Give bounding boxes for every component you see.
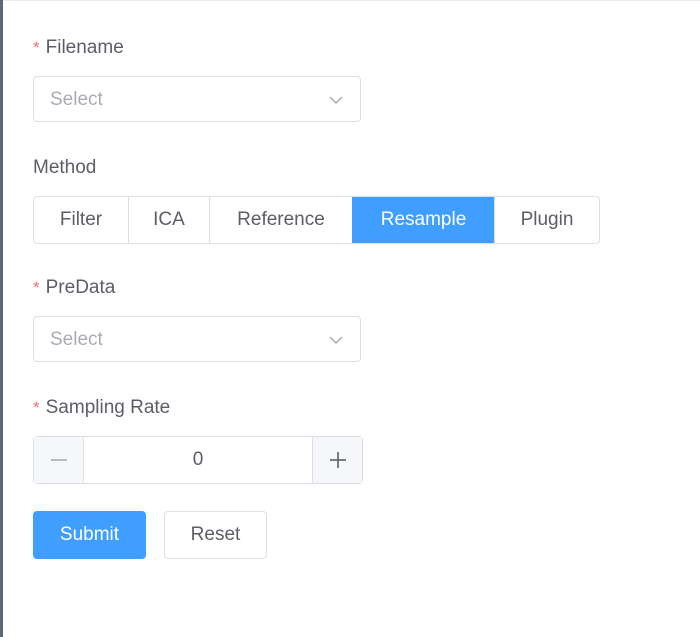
left-divider bbox=[0, 0, 3, 637]
method-option-filter[interactable]: Filter bbox=[34, 197, 128, 243]
required-mark: * bbox=[33, 278, 40, 297]
sampling-rate-label-text: Sampling Rate bbox=[45, 397, 171, 418]
predata-select-placeholder: Select bbox=[50, 329, 103, 350]
chevron-down-icon bbox=[329, 336, 343, 345]
decrement-button[interactable] bbox=[34, 437, 84, 483]
method-label: Method bbox=[33, 157, 96, 179]
filename-select[interactable]: Select bbox=[33, 76, 361, 122]
method-label-text: Method bbox=[33, 157, 97, 178]
plus-icon bbox=[329, 452, 346, 468]
method-option-plugin[interactable]: Plugin bbox=[494, 197, 599, 243]
sampling-rate-label: * Sampling Rate bbox=[33, 397, 170, 419]
predata-label: * PreData bbox=[33, 277, 115, 299]
filename-select-placeholder: Select bbox=[50, 89, 103, 110]
method-option-ica[interactable]: ICA bbox=[128, 197, 209, 243]
filename-label-text: Filename bbox=[45, 37, 124, 58]
page: * Filename Select Method Filter ICA Refer… bbox=[0, 0, 700, 637]
method-option-resample[interactable]: Resample bbox=[352, 197, 494, 243]
method-option-reference[interactable]: Reference bbox=[209, 197, 352, 243]
minus-icon bbox=[50, 459, 67, 461]
top-divider bbox=[3, 0, 700, 1]
increment-button[interactable] bbox=[312, 437, 362, 483]
required-mark: * bbox=[33, 398, 40, 417]
chevron-down-icon bbox=[329, 96, 343, 105]
reset-button[interactable]: Reset bbox=[164, 511, 267, 559]
predata-label-text: PreData bbox=[45, 277, 116, 298]
predata-select[interactable]: Select bbox=[33, 316, 361, 362]
sampling-rate-input[interactable]: 0 bbox=[84, 437, 312, 483]
required-mark: * bbox=[33, 38, 40, 57]
method-segmented-control: Filter ICA Reference Resample Plugin bbox=[33, 196, 600, 244]
filename-label: * Filename bbox=[33, 37, 124, 59]
sampling-rate-stepper: 0 bbox=[33, 436, 363, 484]
submit-button[interactable]: Submit bbox=[33, 511, 146, 559]
